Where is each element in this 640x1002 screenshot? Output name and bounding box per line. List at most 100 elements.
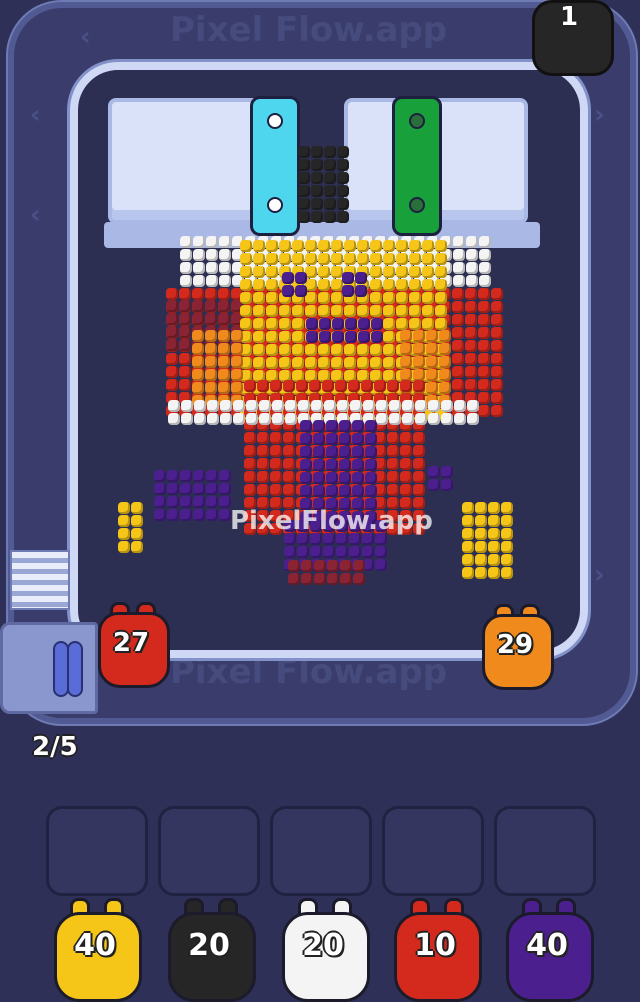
pixel-block xyxy=(257,458,269,470)
pixel-block xyxy=(193,249,205,261)
pixel-block xyxy=(376,413,388,425)
pixel-block xyxy=(118,541,130,553)
pixel-block xyxy=(383,292,395,304)
pixel-block xyxy=(300,485,312,497)
pixel-block xyxy=(219,483,231,495)
pixel-block xyxy=(257,380,269,392)
empty-slot[interactable] xyxy=(46,806,148,896)
pixel-block xyxy=(396,240,408,252)
pixel-block xyxy=(453,275,465,287)
pixel-block xyxy=(259,400,271,412)
pixel-block xyxy=(219,470,231,482)
pixel-block xyxy=(179,339,191,351)
pixel-block xyxy=(365,420,377,432)
pixel-block xyxy=(439,382,451,394)
empty-slot[interactable] xyxy=(494,806,596,896)
pixel-block xyxy=(219,275,231,287)
pixel-block xyxy=(192,313,204,325)
pixel-block xyxy=(292,357,304,369)
pixel-block xyxy=(240,240,252,252)
pixel-block xyxy=(279,357,291,369)
queue-pig-yellow[interactable]: 40 xyxy=(50,898,142,1002)
pixel-block xyxy=(306,318,318,330)
pixel-block xyxy=(244,458,256,470)
pixel-block xyxy=(282,285,294,297)
pixel-block xyxy=(488,567,500,579)
pixel-block xyxy=(345,331,357,343)
pixel-block xyxy=(244,484,256,496)
pixel-block xyxy=(413,330,425,342)
pixel-block xyxy=(331,305,343,317)
pixel-block xyxy=(371,318,383,330)
pixel-block xyxy=(409,318,421,330)
pixel-block xyxy=(355,285,367,297)
pixel-block xyxy=(313,446,325,458)
pixel-block xyxy=(326,420,338,432)
pixel-block xyxy=(257,484,269,496)
pixel-block xyxy=(257,471,269,483)
pixel-block xyxy=(439,369,451,381)
pixel-block xyxy=(279,318,291,330)
pixel-block xyxy=(452,301,464,313)
pixel-block xyxy=(297,546,309,558)
pixel-block xyxy=(319,318,331,330)
pixel-block xyxy=(491,366,503,378)
pixel-block xyxy=(361,380,373,392)
pixel-block xyxy=(218,288,230,300)
pixel-block xyxy=(413,432,425,444)
pixel-block xyxy=(337,400,349,412)
pixel-block xyxy=(491,353,503,365)
track-pig-red[interactable]: 27 xyxy=(94,602,170,688)
pixel-block xyxy=(326,433,338,445)
pixel-block xyxy=(192,300,204,312)
pixel-block xyxy=(311,198,323,210)
pixel-block xyxy=(365,433,377,445)
pixel-block xyxy=(413,380,425,392)
pixel-block xyxy=(435,279,447,291)
pixel-block xyxy=(370,253,382,265)
pixel-block xyxy=(244,380,256,392)
pixel-block xyxy=(279,253,291,265)
pixel-block xyxy=(454,400,466,412)
pixel-block xyxy=(295,272,307,284)
pixel-block xyxy=(387,380,399,392)
pixel-block xyxy=(475,502,487,514)
pixel-block xyxy=(244,445,256,457)
pixel-block xyxy=(357,357,369,369)
pixel-block xyxy=(313,459,325,471)
pixel-block xyxy=(154,483,166,495)
pixel-block xyxy=(365,459,377,471)
pixel-block xyxy=(318,240,330,252)
empty-slot[interactable] xyxy=(382,806,484,896)
pixel-block xyxy=(348,380,360,392)
pixel-art-puzzle xyxy=(0,0,640,640)
pixel-block xyxy=(409,279,421,291)
track-pig-orange[interactable]: 29 xyxy=(478,604,554,690)
pixel-block xyxy=(154,509,166,521)
pixel-block xyxy=(266,279,278,291)
pixel-block xyxy=(352,485,364,497)
pixel-block xyxy=(193,509,205,521)
queue-pig-purple[interactable]: 40 xyxy=(502,898,594,1002)
pixel-block xyxy=(435,305,447,317)
pixel-block xyxy=(501,528,513,540)
pixel-block xyxy=(131,502,143,514)
empty-slot[interactable] xyxy=(270,806,372,896)
pixel-block xyxy=(413,445,425,457)
queue-pig-red[interactable]: 10 xyxy=(390,898,482,1002)
pixel-block xyxy=(205,300,217,312)
pixel-block xyxy=(365,485,377,497)
pixel-block xyxy=(452,314,464,326)
empty-slot[interactable] xyxy=(158,806,260,896)
ring-icon xyxy=(67,641,83,697)
pixel-block xyxy=(475,515,487,527)
pixel-block xyxy=(352,433,364,445)
pixel-block xyxy=(288,573,300,585)
queue-pig-black[interactable]: 20 xyxy=(164,898,256,1002)
pixel-block xyxy=(292,305,304,317)
pixel-block xyxy=(326,459,338,471)
queue-pig-white[interactable]: 20 xyxy=(278,898,370,1002)
pixel-block xyxy=(383,279,395,291)
pixel-block xyxy=(370,266,382,278)
pixel-block xyxy=(259,413,271,425)
